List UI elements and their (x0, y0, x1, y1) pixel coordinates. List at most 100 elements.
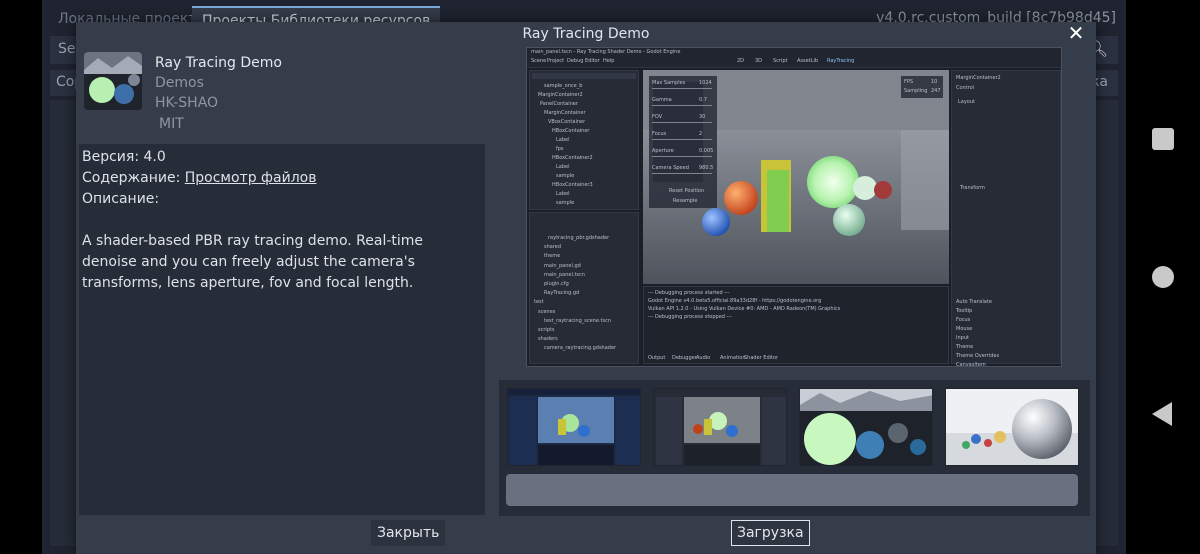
scene-row: MarginContainer2 (538, 92, 583, 98)
preview-param-slider (652, 88, 712, 89)
preview-param-slider (652, 122, 712, 123)
insp-row: Control (956, 85, 975, 91)
preview-output-panel: --- Debugging process started --- Godot E… (643, 286, 949, 364)
preview-param-value: 30 (699, 114, 706, 120)
preview-ws-3d: 3D (755, 58, 763, 64)
file-row: shaders (538, 336, 558, 343)
recents-icon[interactable] (1152, 128, 1174, 150)
preview-param-value: 1024 (699, 80, 712, 86)
thumbnail-1[interactable] (507, 388, 641, 466)
home-icon[interactable] (1152, 266, 1174, 288)
preview-ws-2d: 2D (737, 58, 745, 64)
preview-param-slider (652, 156, 712, 157)
preview-resample-button: Resample (673, 198, 698, 204)
file-row: main_panel.gd (544, 262, 581, 269)
scene-row: sample_once_b (544, 83, 583, 89)
preview-ws-raytracing: RayTracing (827, 58, 855, 64)
preview-stats-panel: FPS 10 Sampling 247 (901, 76, 943, 98)
preview-param-value: 2 (699, 131, 703, 137)
close-button[interactable]: Закрыть (371, 520, 446, 546)
preview-image: main_panel.tscn - Ray Tracing Shader Dem… (526, 47, 1062, 367)
asset-license[interactable]: MIT (159, 114, 282, 134)
asset-description: Версия: 4.0 Содержание: Просмотр файлов … (79, 144, 485, 515)
file-row: scenes (538, 308, 556, 315)
asset-name: Ray Tracing Demo (155, 55, 282, 71)
insp-row: Focus (956, 317, 971, 323)
file-row: scripts (538, 327, 555, 333)
btab-row: Shader Editor (744, 355, 779, 361)
close-icon[interactable]: ✕ (1064, 21, 1088, 45)
insp-row: Mouse (956, 326, 973, 332)
version-line: Версия: 4.0 (82, 149, 166, 165)
preview-menu-scene: Scene (531, 58, 547, 64)
preview-param-label: Camera Speed (652, 165, 689, 171)
scene-row: Label (556, 137, 570, 143)
content-line: Содержание: Просмотр файлов (82, 168, 482, 189)
btab-row: Output (648, 355, 666, 361)
preview-inspector-dock: MarginContainer2 Control Layout Transform A… (951, 70, 1061, 367)
file-row: test (534, 299, 544, 306)
file-row: theme (544, 253, 561, 260)
description-label: Описание: (82, 191, 160, 207)
preview-menu-help: Help (603, 58, 615, 64)
thumbnail-2[interactable] (653, 388, 787, 466)
preview-stat-sampling-label: Sampling (904, 88, 928, 94)
scene-row: Label (556, 164, 570, 170)
view-files-link[interactable]: Просмотр файлов (185, 170, 317, 186)
asset-category[interactable]: Demos (155, 73, 282, 93)
file-row: main_panel.tscn (544, 271, 585, 278)
thumbnails-scrollbar[interactable] (506, 474, 1078, 506)
insp-row: CanvasItem (956, 362, 986, 367)
file-row: raytracing_pbr.gdshader (548, 235, 610, 241)
preview-ws-script: Script (773, 58, 788, 64)
preview-param-slider (652, 139, 712, 140)
file-row: RayTracing.gd (544, 290, 580, 297)
preview-param-value: 0.005 (699, 148, 714, 154)
scene-row: sample (556, 200, 575, 206)
asset-meta: Ray Tracing Demo Demos HK-SHAO MIT (155, 53, 282, 134)
btab-row: Audio (696, 355, 711, 361)
scene-row: HBoxContainer2 (552, 155, 593, 161)
back-icon[interactable] (1152, 402, 1172, 426)
preview-param-label: Focus (652, 131, 667, 137)
preview-viewport: Max Samples 1024 Gamma 0.7 FOV 30 Focus 2 Apertu… (643, 70, 949, 284)
insp-row: Transform (960, 185, 985, 191)
preview-reset-button: Reset Position (669, 188, 705, 194)
insp-row: Tooltip (956, 308, 973, 314)
console-row: --- Debugging process started --- (648, 290, 730, 296)
preview-stat-fps-value: 10 (931, 79, 938, 85)
file-row: shared (544, 244, 562, 251)
scene-row: sample (556, 173, 575, 179)
thumbnail-4[interactable] (945, 388, 1079, 466)
file-row: test_raytracing_scene.tscn (544, 317, 611, 324)
file-row: camera_raytracing.gdshader (544, 345, 617, 352)
preview-menu-project: Project (547, 58, 565, 64)
preview-scene-dock: sample_once_b MarginContainer2 PanelContai… (529, 70, 639, 210)
preview-param-label: Max Samples (652, 80, 686, 86)
preview-param-value: 980.5 (699, 165, 714, 171)
dialog-title: Ray Tracing Demo (522, 26, 650, 42)
screenshot-thumbnails (499, 380, 1090, 516)
description-text: A shader-based PBR ray tracing demo. Rea… (82, 233, 424, 291)
console-row: Godot Engine v4.0.beta5.official.89a33d2… (648, 298, 822, 304)
file-row: plugin.cfg (544, 281, 569, 287)
preview-param-label: Aperture (652, 148, 674, 154)
btab-row: Debugger (672, 355, 697, 361)
btab-row: Animation (720, 355, 746, 361)
preview-menu-editor: Editor (585, 58, 600, 64)
preview-stat-sampling-value: 247 (931, 88, 941, 94)
preview-editor-topbar: main_panel.tscn - Ray Tracing Shader Dem… (527, 48, 1061, 68)
scene-row: HBoxContainer3 (552, 182, 593, 188)
download-button[interactable]: Загрузка (731, 520, 810, 546)
preview-param-value: 0.7 (699, 97, 707, 103)
asset-author[interactable]: HK-SHAO (155, 93, 282, 113)
insp-row: Input (956, 335, 969, 341)
preview-param-slider (652, 173, 712, 174)
console-row: Vulkan API 1.2.0 - Using Vulkan Device #… (648, 306, 841, 312)
insp-row: Theme (956, 344, 974, 350)
preview-inspector-node: MarginContainer2 (956, 75, 1001, 81)
scene-row: PanelContainer (540, 101, 578, 107)
scene-row: Label (556, 191, 570, 197)
thumbnail-3[interactable] (799, 388, 933, 466)
insp-row: Auto Translate (956, 299, 992, 305)
